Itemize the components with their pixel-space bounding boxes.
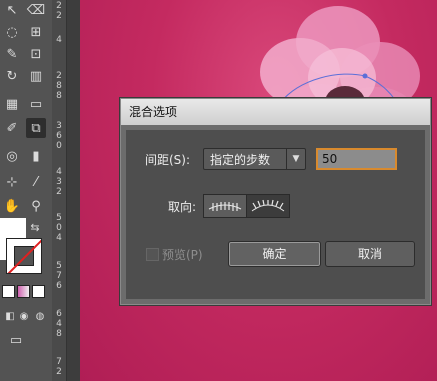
shape-builder-icon[interactable]: ⊞ xyxy=(26,22,46,42)
zoom-tool-icon[interactable]: ⚲ xyxy=(26,196,46,216)
artboard-tool-icon[interactable]: ⊹ xyxy=(2,172,22,192)
screen-mode-icon[interactable]: ▭ xyxy=(4,330,28,350)
direct-select-icon[interactable]: ⊡ xyxy=(26,44,46,64)
color-mode-icon[interactable] xyxy=(2,285,15,298)
selection-tool-icon[interactable]: ↖ xyxy=(2,0,22,20)
orient-to-path-icon xyxy=(251,199,285,212)
canvas-gutter xyxy=(67,0,80,381)
ruler-tick: 6 xyxy=(56,281,62,291)
symbol-sprayer-icon[interactable]: ◎ xyxy=(2,146,22,166)
ruler-tick: 6 xyxy=(56,131,62,141)
graph-tool-icon[interactable]: ▥ xyxy=(26,66,46,86)
ruler-tick: 0 xyxy=(56,223,62,233)
ruler-tick: 2 xyxy=(56,11,62,21)
blend-options-dialog: 混合选项 间距(S): 指定的步数 ▼ 50 取向: 预览(P) 确定 取消 xyxy=(119,97,432,306)
ruler-tick: 3 xyxy=(56,121,62,131)
gradient-mode-icon[interactable] xyxy=(17,285,30,298)
ok-button[interactable]: 确定 xyxy=(228,241,321,267)
swap-colors-icon[interactable]: ⇆ xyxy=(28,220,42,234)
vertical-ruler: 2 2 4 2 8 8 3 6 0 4 3 2 5 0 4 5 7 6 6 4 … xyxy=(52,0,67,381)
rotate-tool-icon[interactable]: ↻ xyxy=(2,66,22,86)
column-graph-icon[interactable]: ▮ xyxy=(26,146,46,166)
ruler-tick: 5 xyxy=(56,213,62,223)
none-mode-icon[interactable] xyxy=(32,285,45,298)
preview-label: 预览(P) xyxy=(162,248,203,262)
draw-inside-icon[interactable]: ◍ xyxy=(30,306,50,326)
stroke-swatch[interactable] xyxy=(6,238,42,274)
cancel-button[interactable]: 取消 xyxy=(325,241,415,267)
eyedropper-tool-icon[interactable]: ✐ xyxy=(2,118,22,138)
preview-checkbox[interactable] xyxy=(146,248,159,261)
ruler-tick: 8 xyxy=(56,81,62,91)
orient-to-path-button[interactable] xyxy=(246,194,290,218)
lasso-tool-icon[interactable]: ◌ xyxy=(2,22,22,42)
ruler-tick: 0 xyxy=(56,141,62,151)
orient-to-page-icon xyxy=(208,202,242,211)
blend-tool-icon[interactable]: ⧉ xyxy=(26,118,46,138)
eraser-tool-icon[interactable]: ⌫ xyxy=(26,0,46,20)
ruler-tick: 6 xyxy=(56,309,62,319)
dialog-title[interactable]: 混合选项 xyxy=(121,99,430,125)
ruler-tick: 4 xyxy=(56,233,62,243)
ruler-tick: 4 xyxy=(56,35,62,45)
tools-panel: ↖ ⌫ ◌ ⊞ ✎ ⊡ ↻ ▥ ▦ ▭ ✐ ⧉ ◎ ▮ ⊹ ⁄ ✋ ⚲ ⇆ ◧ … xyxy=(0,0,53,381)
mesh-tool-icon[interactable]: ▦ xyxy=(2,94,22,114)
orient-to-page-button[interactable] xyxy=(203,194,247,218)
ruler-tick: 7 xyxy=(56,357,62,367)
ruler-tick: 2 xyxy=(56,1,62,11)
spacing-select[interactable]: 指定的步数 ▼ xyxy=(203,148,306,170)
slice-tool-icon[interactable]: ⁄ xyxy=(26,172,46,192)
ruler-tick: 5 xyxy=(56,261,62,271)
spacing-steps-input[interactable]: 50 xyxy=(316,148,397,170)
spacing-select-value: 指定的步数 xyxy=(210,153,271,167)
spacing-label: 间距(S): xyxy=(145,153,191,167)
ruler-tick: 2 xyxy=(56,187,62,197)
orientation-label: 取向: xyxy=(168,200,197,214)
ruler-tick: 4 xyxy=(56,167,62,177)
ruler-tick: 3 xyxy=(56,177,62,187)
ruler-tick: 2 xyxy=(56,71,62,81)
ruler-tick: 2 xyxy=(56,367,62,377)
ruler-tick: 8 xyxy=(56,329,62,339)
dialog-body: 间距(S): 指定的步数 ▼ 50 取向: 预览(P) 确定 取消 xyxy=(126,130,425,299)
chevron-down-icon: ▼ xyxy=(286,149,305,169)
pen-tool-icon[interactable]: ✎ xyxy=(2,44,22,64)
ruler-tick: 7 xyxy=(56,271,62,281)
ruler-tick: 4 xyxy=(56,319,62,329)
ruler-tick: 8 xyxy=(56,91,62,101)
hand-tool-icon[interactable]: ✋ xyxy=(2,196,22,216)
gradient-tool-icon[interactable]: ▭ xyxy=(26,94,46,114)
